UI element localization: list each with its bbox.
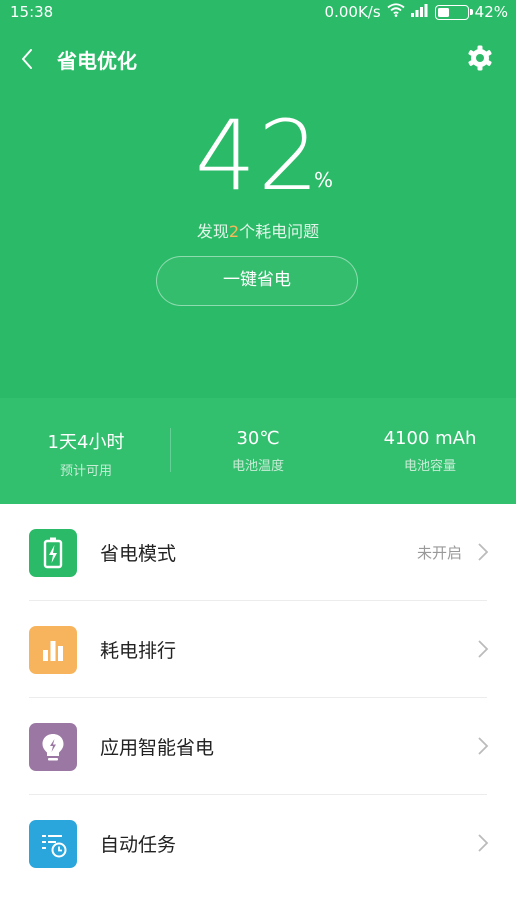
battery-level-fill [437,7,449,17]
menu-item-smart-app-saving[interactable]: 应用智能省电 [0,698,516,795]
gear-icon[interactable] [466,44,494,72]
scheduled-task-icon [29,820,77,868]
one-key-optimize-button[interactable]: 一键省电 [156,256,358,306]
menu-item-label: 省电模式 [100,543,177,565]
status-bar: 15:38 0.00K/s 42% [0,0,516,26]
issues-prefix: 发现 [196,222,229,241]
issues-count: 2 [228,222,240,241]
status-right: 0.00K/s 42% [325,3,508,21]
stat-label: 预计可用 [59,464,112,479]
bar-chart-icon [29,626,77,674]
issues-summary: 发现2个耗电问题 [0,218,516,242]
stat-remaining-time: 1天4小时 预计可用 [0,428,172,479]
chevron-right-icon [478,543,489,561]
menu-item-status: 未开启 [416,544,462,562]
chevron-right-icon [478,834,489,852]
lightbulb-icon [29,723,77,771]
menu-item-label: 自动任务 [100,834,177,856]
stat-value: 30℃ [236,428,280,449]
menu-item-label: 应用智能省电 [100,737,215,759]
battery-icon [434,4,473,20]
stat-value: 1天4小时 [47,432,125,453]
stat-divider [170,428,171,472]
menu-item-label: 耗电排行 [100,640,177,662]
battery-hero: 15:38 0.00K/s 42% 省电优化 42 % 发现2个耗电问题 一键省… [0,0,516,398]
battery-mode-icon [29,529,77,577]
issues-suffix: 个耗电问题 [239,222,320,241]
page-title: 省电优化 [57,49,137,73]
stat-label: 电池温度 [231,459,284,474]
stat-value: 4100 mAh [383,428,477,449]
wifi-icon [387,3,405,21]
settings-list: 省电模式 未开启 耗电排行 应用智能省电 自动任务 [0,504,516,892]
menu-item-power-ranking[interactable]: 耗电排行 [0,601,516,698]
stat-label: 电池容量 [403,459,456,474]
status-time: 15:38 [10,3,54,21]
menu-item-power-saving-mode[interactable]: 省电模式 未开启 [0,504,516,601]
battery-percent-text: 42% [474,3,508,21]
network-speed: 0.00K/s [324,3,381,21]
battery-stats: 1天4小时 预计可用 30℃ 电池温度 4100 mAh 电池容量 [0,398,516,504]
battery-percent-value: 42 [194,100,322,212]
stat-temperature: 30℃ 电池温度 [172,428,344,474]
top-nav: 省电优化 [0,34,516,84]
chevron-right-icon [478,640,489,658]
chevron-right-icon [478,737,489,755]
back-icon[interactable] [14,42,44,76]
stat-capacity: 4100 mAh 电池容量 [344,428,516,474]
battery-percent-unit: % [314,168,334,192]
battery-percentage: 42 % [0,106,516,206]
menu-item-auto-tasks[interactable]: 自动任务 [0,795,516,892]
signal-icon [410,3,429,21]
